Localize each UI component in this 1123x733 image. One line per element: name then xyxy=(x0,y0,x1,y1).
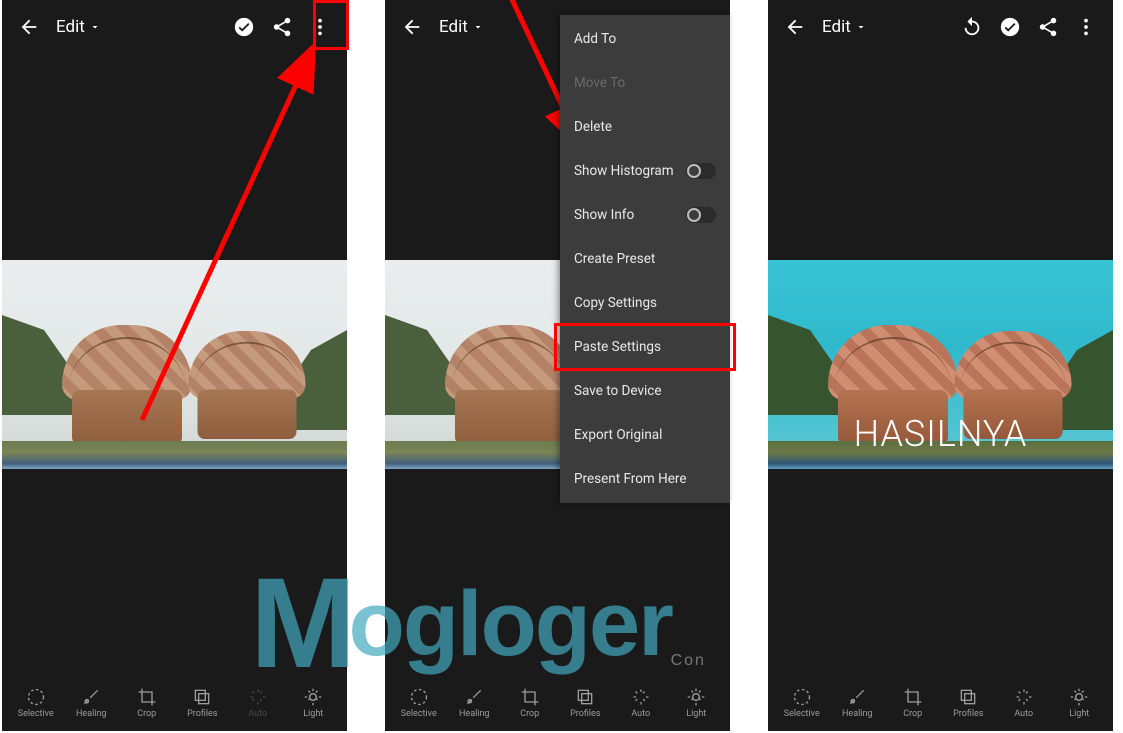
share-icon[interactable] xyxy=(1031,10,1065,44)
tool-bar: Selective Healing Crop Profiles Auto Lig… xyxy=(2,675,347,731)
screenshot-panel-3: Edit HASIL xyxy=(768,0,1113,731)
menu-paste-settings[interactable]: Paste Settings xyxy=(560,325,730,369)
edit-dropdown[interactable]: Edit xyxy=(822,17,867,37)
back-icon[interactable] xyxy=(395,10,429,44)
menu-show-info[interactable]: Show Info xyxy=(560,193,730,237)
tool-light[interactable]: Light xyxy=(286,687,342,719)
toggle-histogram[interactable] xyxy=(686,163,716,179)
overflow-menu: Add To Move To Delete Show Histogram Sho… xyxy=(560,15,730,503)
menu-move-to: Move To xyxy=(560,61,730,105)
tool-bar: Selective Healing Crop Profiles Auto Lig… xyxy=(385,675,730,731)
tool-auto[interactable]: Auto xyxy=(613,687,669,719)
tool-bar: Selective Healing Crop Profiles Auto Lig… xyxy=(768,675,1113,731)
result-label: HASILNYA xyxy=(768,413,1113,455)
toggle-info[interactable] xyxy=(686,207,716,223)
menu-show-histogram[interactable]: Show Histogram xyxy=(560,149,730,193)
screenshot-panel-2: Edit Selective Healing Crop Profile xyxy=(385,0,730,731)
tool-crop[interactable]: Crop xyxy=(119,687,175,719)
back-icon[interactable] xyxy=(12,10,46,44)
tool-healing[interactable]: Healing xyxy=(830,687,886,719)
tool-light[interactable]: Light xyxy=(669,687,725,719)
tool-selective[interactable]: Selective xyxy=(774,687,830,719)
edit-dropdown[interactable]: Edit xyxy=(439,17,484,37)
tool-auto[interactable]: Auto xyxy=(230,687,286,719)
menu-save-to-device[interactable]: Save to Device xyxy=(560,369,730,413)
undo-icon[interactable] xyxy=(955,10,989,44)
screenshot-panel-1: Edit xyxy=(2,0,347,731)
tool-healing[interactable]: Healing xyxy=(64,687,120,719)
tool-healing[interactable]: Healing xyxy=(447,687,503,719)
menu-copy-settings[interactable]: Copy Settings xyxy=(560,281,730,325)
edit-label: Edit xyxy=(56,17,85,37)
menu-delete[interactable]: Delete xyxy=(560,105,730,149)
tool-profiles[interactable]: Profiles xyxy=(175,687,231,719)
share-icon[interactable] xyxy=(265,10,299,44)
top-bar: Edit xyxy=(2,0,347,54)
tool-auto[interactable]: Auto xyxy=(996,687,1052,719)
more-icon[interactable] xyxy=(303,10,337,44)
edit-label: Edit xyxy=(822,17,851,37)
photo-preview[interactable] xyxy=(2,260,347,469)
edit-label: Edit xyxy=(439,17,468,37)
approve-icon[interactable] xyxy=(993,10,1027,44)
photo-canvas xyxy=(2,54,347,675)
tool-selective[interactable]: Selective xyxy=(8,687,64,719)
menu-add-to[interactable]: Add To xyxy=(560,17,730,61)
tool-crop[interactable]: Crop xyxy=(502,687,558,719)
back-icon[interactable] xyxy=(778,10,812,44)
tool-light[interactable]: Light xyxy=(1052,687,1108,719)
menu-present-from-here[interactable]: Present From Here xyxy=(560,457,730,501)
approve-icon[interactable] xyxy=(227,10,261,44)
edit-dropdown[interactable]: Edit xyxy=(56,17,101,37)
top-bar: Edit xyxy=(768,0,1113,54)
menu-export-original[interactable]: Export Original xyxy=(560,413,730,457)
more-icon[interactable] xyxy=(1069,10,1103,44)
tool-selective[interactable]: Selective xyxy=(391,687,447,719)
photo-canvas: HASILNYA xyxy=(768,54,1113,675)
tool-profiles[interactable]: Profiles xyxy=(558,687,614,719)
menu-create-preset[interactable]: Create Preset xyxy=(560,237,730,281)
tool-crop[interactable]: Crop xyxy=(885,687,941,719)
tool-profiles[interactable]: Profiles xyxy=(941,687,997,719)
